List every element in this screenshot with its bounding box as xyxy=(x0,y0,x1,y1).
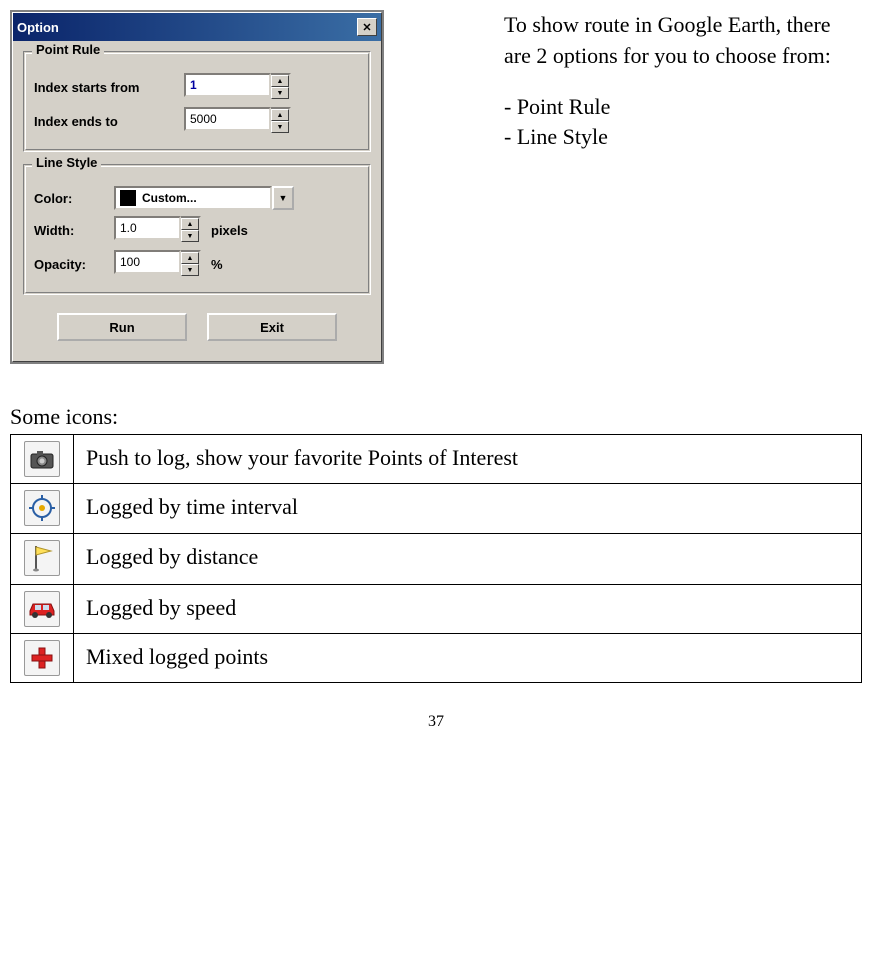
dialog-titlebar: Option ✕ xyxy=(13,13,381,41)
chevron-down-icon: ▼ xyxy=(277,124,284,131)
color-value: Custom... xyxy=(142,191,197,205)
table-row: Push to log, show your favorite Points o… xyxy=(11,435,862,484)
close-button[interactable]: ✕ xyxy=(357,18,377,36)
color-swatch-icon xyxy=(120,190,136,206)
index-ends-down[interactable]: ▼ xyxy=(271,121,289,133)
table-row: Logged by time interval xyxy=(11,484,862,534)
chevron-down-icon: ▼ xyxy=(187,267,194,274)
chevron-up-icon: ▲ xyxy=(277,78,284,85)
width-down[interactable]: ▼ xyxy=(181,230,199,242)
chevron-up-icon: ▲ xyxy=(187,221,194,228)
option-dialog: Option ✕ Point Rule Index starts from xyxy=(10,10,384,364)
color-combobox[interactable]: Custom... ▼ xyxy=(114,186,294,210)
side-opt2: - Line Style xyxy=(504,124,608,149)
page-number: 37 xyxy=(10,713,862,731)
width-input[interactable] xyxy=(114,216,181,240)
side-intro: To show route in Google Earth, there are… xyxy=(504,10,862,72)
exit-button[interactable]: Exit xyxy=(207,313,337,341)
icons-table: Push to log, show your favorite Points o… xyxy=(10,434,862,683)
close-icon: ✕ xyxy=(362,21,371,34)
icon-desc: Logged by speed xyxy=(74,585,862,634)
chevron-down-icon: ▼ xyxy=(277,90,284,97)
line-style-legend: Line Style xyxy=(32,155,101,170)
color-label: Color: xyxy=(34,191,114,206)
width-label: Width: xyxy=(34,223,114,238)
point-rule-legend: Point Rule xyxy=(32,42,104,57)
dialog-title: Option xyxy=(17,20,59,35)
chevron-down-icon: ▼ xyxy=(279,193,288,203)
side-description: To show route in Google Earth, there are… xyxy=(504,10,862,364)
width-unit: pixels xyxy=(211,223,248,238)
opacity-unit: % xyxy=(211,257,223,272)
index-ends-up[interactable]: ▲ xyxy=(271,109,289,121)
table-row: Logged by distance xyxy=(11,534,862,585)
icon-desc: Logged by time interval xyxy=(74,484,862,534)
flag-icon xyxy=(24,540,60,576)
color-dropdown-arrow[interactable]: ▼ xyxy=(272,186,294,210)
opacity-input[interactable] xyxy=(114,250,181,274)
target-icon xyxy=(24,490,60,526)
camera-icon xyxy=(24,441,60,477)
opacity-down[interactable]: ▼ xyxy=(181,264,199,276)
width-up[interactable]: ▲ xyxy=(181,218,199,230)
opacity-up[interactable]: ▲ xyxy=(181,252,199,264)
icons-heading: Some icons: xyxy=(10,404,862,430)
run-button[interactable]: Run xyxy=(57,313,187,341)
index-ends-label: Index ends to xyxy=(34,114,184,129)
chevron-up-icon: ▲ xyxy=(187,255,194,262)
car-icon xyxy=(24,591,60,627)
icon-desc: Push to log, show your favorite Points o… xyxy=(74,435,862,484)
table-row: Mixed logged points xyxy=(11,634,862,683)
icon-desc: Mixed logged points xyxy=(74,634,862,683)
index-starts-input[interactable] xyxy=(184,73,271,97)
index-starts-label: Index starts from xyxy=(34,80,184,95)
point-rule-group: Point Rule Index starts from ▲ ▼ xyxy=(23,51,371,152)
line-style-group: Line Style Color: Custom... ▼ xyxy=(23,164,371,295)
table-row: Logged by speed xyxy=(11,585,862,634)
plus-icon xyxy=(24,640,60,676)
chevron-down-icon: ▼ xyxy=(187,233,194,240)
opacity-label: Opacity: xyxy=(34,257,114,272)
icon-desc: Logged by distance xyxy=(74,534,862,585)
chevron-up-icon: ▲ xyxy=(277,112,284,119)
side-opt1: - Point Rule xyxy=(504,94,610,119)
index-ends-input[interactable] xyxy=(184,107,271,131)
index-starts-down[interactable]: ▼ xyxy=(271,87,289,99)
index-starts-up[interactable]: ▲ xyxy=(271,75,289,87)
